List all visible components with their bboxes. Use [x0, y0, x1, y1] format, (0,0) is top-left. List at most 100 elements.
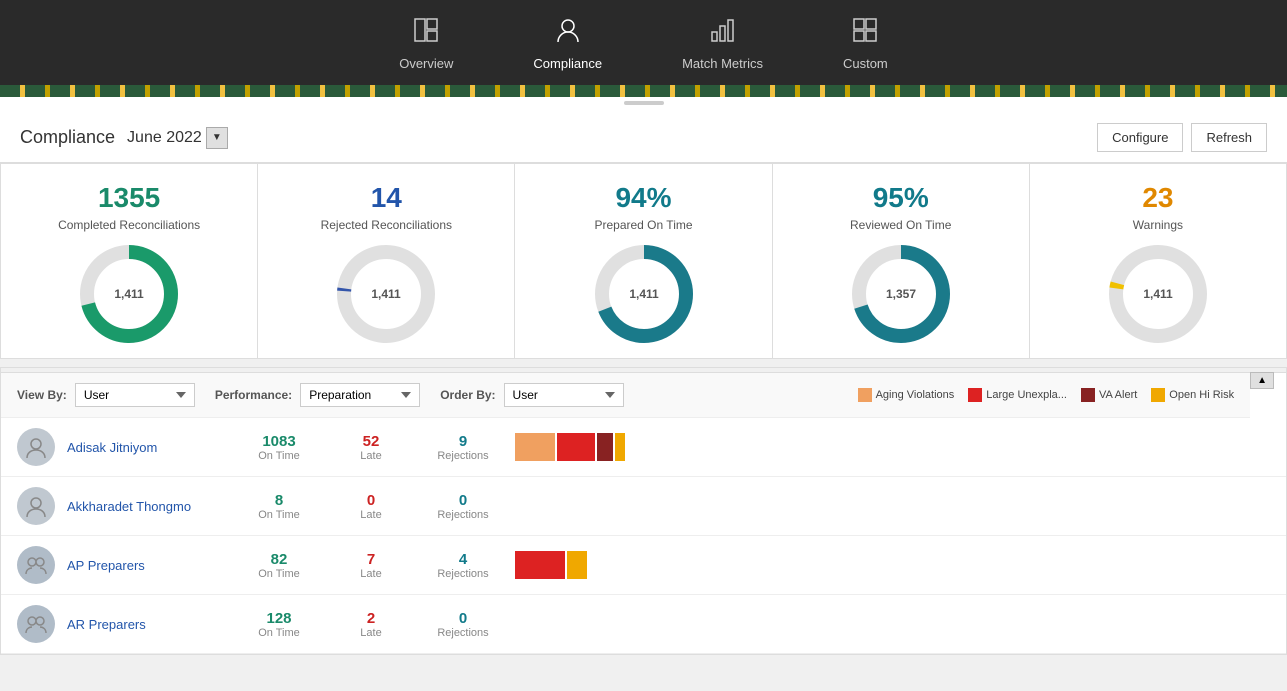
- on-time-label: On Time: [239, 450, 319, 462]
- svg-text:1,411: 1,411: [1143, 287, 1173, 301]
- bar-segment: [515, 551, 565, 579]
- custom-icon: [851, 16, 879, 50]
- rejections-cell: 4 Rejections: [423, 551, 503, 580]
- page-title: Compliance: [20, 127, 115, 148]
- rejections-label: Rejections: [423, 627, 503, 639]
- nav-overview[interactable]: Overview: [389, 12, 463, 75]
- kpi-card-rejected-reconciliations: 14 Rejected Reconciliations 1,411: [258, 164, 515, 358]
- period-selector[interactable]: June 2022 ▼: [127, 127, 228, 149]
- rejections-cell: 0 Rejections: [423, 492, 503, 521]
- bar-chart-area: [515, 551, 1270, 579]
- table-row: AR Preparers 128 On Time 2 Late 0 Reject…: [1, 595, 1286, 654]
- bar-segment: [557, 433, 595, 461]
- table-toolbar: View By: User Group Department Performan…: [1, 373, 1250, 418]
- rejections-cell: 9 Rejections: [423, 433, 503, 462]
- table-section: ▲ View By: User Group Department Perform…: [0, 367, 1287, 655]
- nav-compliance[interactable]: Compliance: [523, 12, 612, 75]
- on-time-value: 82: [239, 551, 319, 568]
- kpi-value-3: 95%: [873, 182, 929, 214]
- user-name[interactable]: Akkharadet Thongmo: [67, 499, 227, 514]
- late-label: Late: [331, 568, 411, 580]
- bar-segment: [597, 433, 613, 461]
- on-time-value: 8: [239, 492, 319, 509]
- svg-text:1,411: 1,411: [114, 287, 144, 301]
- avatar: [17, 487, 55, 525]
- nav-compliance-label: Compliance: [533, 56, 602, 71]
- view-by-label: View By:: [17, 388, 67, 402]
- on-time-cell: 128 On Time: [239, 610, 319, 639]
- table-row: AP Preparers 82 On Time 7 Late 4 Rejecti…: [1, 536, 1286, 595]
- kpi-card-prepared-on-time: 94% Prepared On Time 1,411: [515, 164, 772, 358]
- kpi-value-1: 14: [371, 182, 402, 214]
- drag-handle[interactable]: [0, 97, 1287, 109]
- late-value: 0: [331, 492, 411, 509]
- svg-text:1,411: 1,411: [372, 287, 402, 301]
- rejections-value: 9: [423, 433, 503, 450]
- refresh-button[interactable]: Refresh: [1191, 123, 1267, 152]
- kpi-section: 1355 Completed Reconciliations 1,411 14 …: [0, 163, 1287, 359]
- view-by-group: View By: User Group Department: [17, 383, 195, 407]
- late-value: 52: [331, 433, 411, 450]
- drag-handle-indicator: [624, 101, 664, 105]
- kpi-card-reviewed-on-time: 95% Reviewed On Time 1,357: [773, 164, 1030, 358]
- legend-label-1: Large Unexpla...: [986, 389, 1067, 401]
- match-metrics-icon: [709, 16, 737, 50]
- performance-label: Performance:: [215, 388, 292, 402]
- late-cell: 52 Late: [331, 433, 411, 462]
- kpi-value-2: 94%: [615, 182, 671, 214]
- late-cell: 2 Late: [331, 610, 411, 639]
- legend-label-0: Aging Violations: [876, 389, 955, 401]
- on-time-value: 1083: [239, 433, 319, 450]
- kpi-value-4: 23: [1142, 182, 1173, 214]
- late-cell: 0 Late: [331, 492, 411, 521]
- table-row: Adisak Jitniyom 1083 On Time 52 Late 9 R…: [1, 418, 1286, 477]
- kpi-label-4: Warnings: [1133, 218, 1183, 232]
- svg-text:1,357: 1,357: [886, 287, 916, 301]
- on-time-label: On Time: [239, 627, 319, 639]
- legend-item-0: Aging Violations: [858, 388, 955, 402]
- performance-group: Performance: Preparation Review Approval: [215, 383, 420, 407]
- nav-custom[interactable]: Custom: [833, 12, 898, 75]
- kpi-value-0: 1355: [98, 182, 160, 214]
- period-label: June 2022: [127, 129, 202, 147]
- user-table-wrapper: Adisak Jitniyom 1083 On Time 52 Late 9 R…: [1, 418, 1286, 654]
- rejections-label: Rejections: [423, 450, 503, 462]
- bar-chart-area: [515, 433, 1270, 461]
- legend-label-2: VA Alert: [1099, 389, 1137, 401]
- legend-dot-2: [1081, 388, 1095, 402]
- legend-label-3: Open Hi Risk: [1169, 389, 1234, 401]
- rejections-value: 0: [423, 492, 503, 509]
- kpi-label-2: Prepared On Time: [594, 218, 692, 232]
- rejections-label: Rejections: [423, 568, 503, 580]
- nav-match-metrics[interactable]: Match Metrics: [672, 12, 773, 75]
- compliance-icon: [554, 16, 582, 50]
- kpi-card-completed-reconciliations: 1355 Completed Reconciliations 1,411: [1, 164, 258, 358]
- late-value: 2: [331, 610, 411, 627]
- svg-text:1,411: 1,411: [629, 287, 659, 301]
- donut-0: 1,411: [79, 244, 179, 344]
- on-time-label: On Time: [239, 568, 319, 580]
- period-dropdown-arrow[interactable]: ▼: [206, 127, 228, 149]
- header-left: Compliance June 2022 ▼: [20, 127, 228, 149]
- donut-3: 1,357: [851, 244, 951, 344]
- late-cell: 7 Late: [331, 551, 411, 580]
- on-time-cell: 8 On Time: [239, 492, 319, 521]
- bar-segment: [615, 433, 625, 461]
- late-label: Late: [331, 627, 411, 639]
- configure-button[interactable]: Configure: [1097, 123, 1183, 152]
- nav-match-metrics-label: Match Metrics: [682, 56, 763, 71]
- user-name[interactable]: Adisak Jitniyom: [67, 440, 227, 455]
- on-time-value: 128: [239, 610, 319, 627]
- avatar: [17, 428, 55, 466]
- view-by-select[interactable]: User Group Department: [75, 383, 195, 407]
- bar-segment: [567, 551, 587, 579]
- order-by-select[interactable]: User On Time Late: [504, 383, 624, 407]
- overview-icon: [412, 16, 440, 50]
- collapse-button[interactable]: ▲: [1250, 372, 1274, 389]
- performance-select[interactable]: Preparation Review Approval: [300, 383, 420, 407]
- table-row: Akkharadet Thongmo 8 On Time 0 Late 0 Re…: [1, 477, 1286, 536]
- user-name[interactable]: AP Preparers: [67, 558, 227, 573]
- late-value: 7: [331, 551, 411, 568]
- user-name[interactable]: AR Preparers: [67, 617, 227, 632]
- nav-overview-label: Overview: [399, 56, 453, 71]
